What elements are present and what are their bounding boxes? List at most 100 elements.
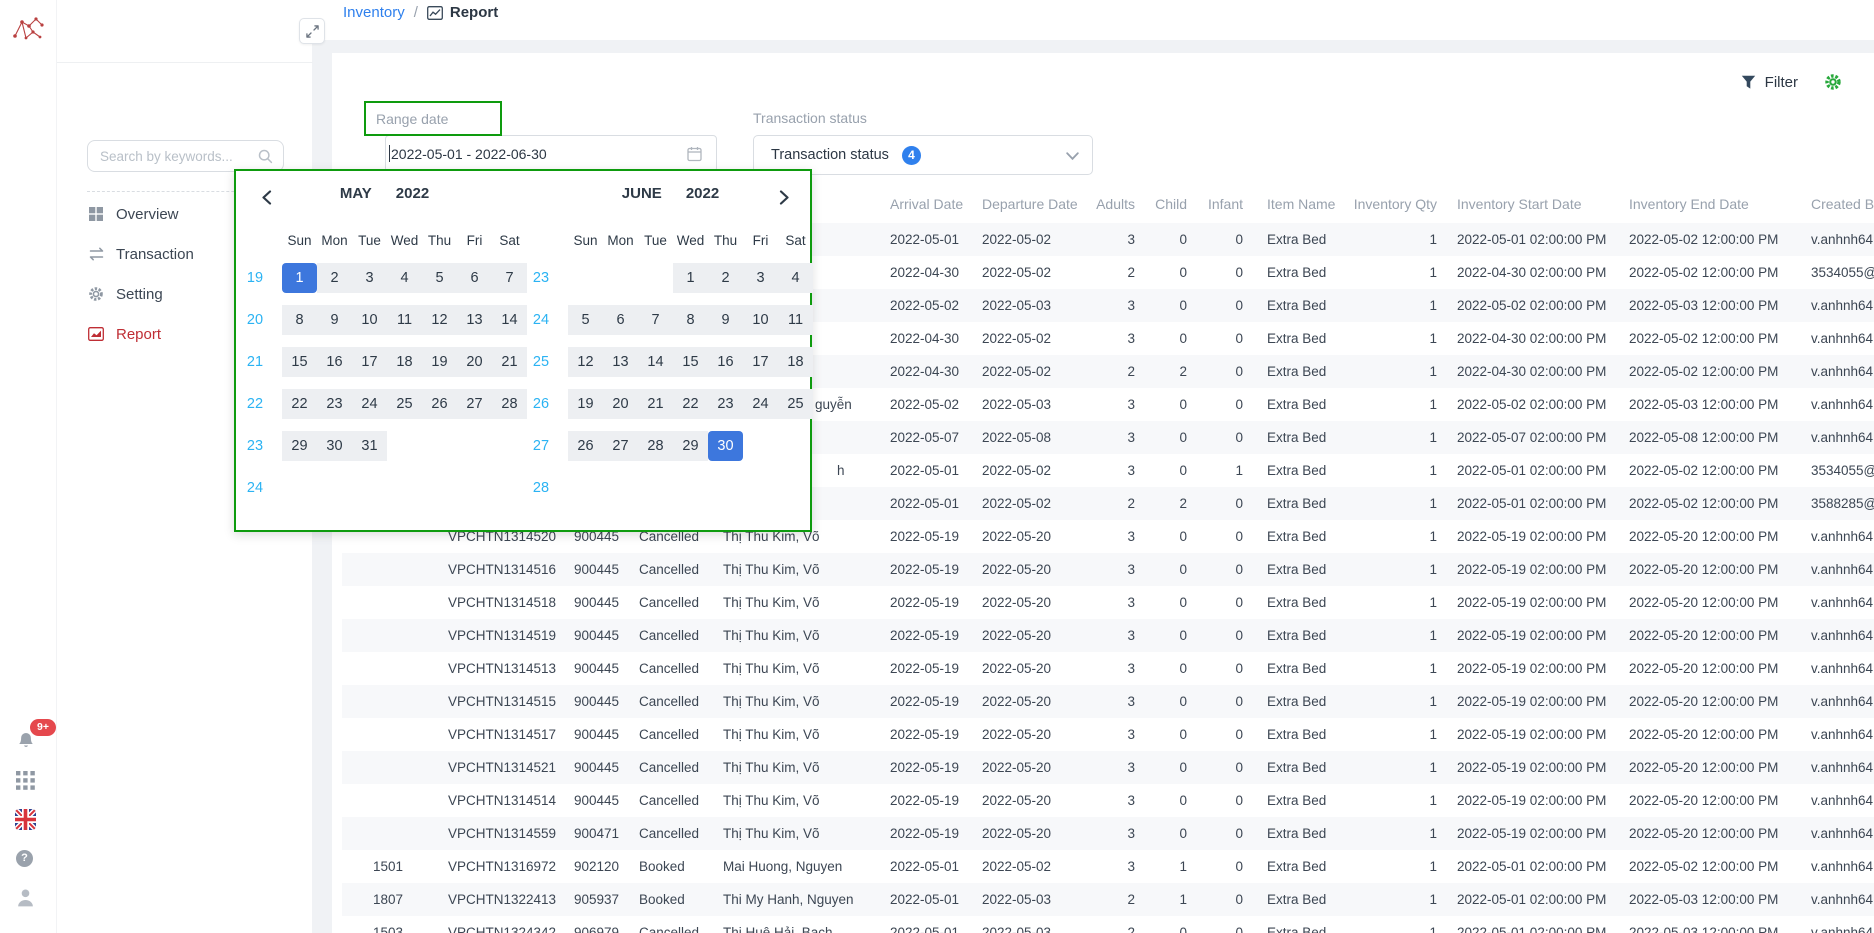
day-cell[interactable]: 27: [457, 389, 492, 419]
table-row[interactable]: 1807VPCHTN1322413905937BookedThi My Hanh…: [342, 883, 1874, 916]
day-cell[interactable]: 23: [708, 389, 743, 419]
day-cell[interactable]: 30: [317, 431, 352, 461]
calendar-month-name[interactable]: MAY: [340, 185, 372, 202]
table-row[interactable]: VPCHTN1314514900445CancelledThị Thu Kim,…: [342, 784, 1874, 817]
apps-grid-icon[interactable]: [16, 771, 35, 790]
range-date-input[interactable]: 2022-05-01 - 2022-06-30: [385, 135, 717, 172]
day-cell[interactable]: 3: [352, 263, 387, 293]
day-cell[interactable]: 20: [603, 389, 638, 419]
day-cell[interactable]: 14: [638, 347, 673, 377]
user-icon[interactable]: [16, 887, 35, 908]
day-cell[interactable]: 22: [673, 389, 708, 419]
day-cell[interactable]: 29: [282, 431, 317, 461]
table-cell: 2022-05-01 02:00:00 PM: [1446, 883, 1620, 916]
day-cell[interactable]: 31: [352, 431, 387, 461]
help-icon[interactable]: ?: [16, 850, 33, 867]
day-cell[interactable]: 25: [778, 389, 813, 419]
day-cell[interactable]: 1: [282, 263, 317, 293]
table-cell: 3: [1086, 817, 1138, 850]
day-cell[interactable]: 12: [568, 347, 603, 377]
day-cell[interactable]: 10: [743, 305, 778, 335]
calendar-year[interactable]: 2022: [396, 185, 429, 202]
day-cell[interactable]: 11: [387, 305, 422, 335]
day-cell[interactable]: 26: [422, 389, 457, 419]
day-cell[interactable]: 7: [638, 305, 673, 335]
table-cell: 1: [1340, 388, 1446, 421]
week-number: 23: [528, 257, 554, 299]
day-cell[interactable]: 18: [778, 347, 813, 377]
day-cell[interactable]: 5: [422, 263, 457, 293]
day-cell[interactable]: 13: [457, 305, 492, 335]
day-cell[interactable]: 22: [282, 389, 317, 419]
table-cell: 2022-05-07 02:00:00 PM: [1446, 421, 1620, 454]
day-cell[interactable]: 6: [603, 305, 638, 335]
day-cell[interactable]: 17: [743, 347, 778, 377]
day-cell[interactable]: 2: [317, 263, 352, 293]
day-cell[interactable]: 5: [568, 305, 603, 335]
table-row[interactable]: VPCHTN1314518900445CancelledThị Thu Kim,…: [342, 586, 1874, 619]
day-cell[interactable]: 27: [603, 431, 638, 461]
calendar-year[interactable]: 2022: [686, 185, 719, 202]
table-row[interactable]: VPCHTN1314517900445CancelledThị Thu Kim,…: [342, 718, 1874, 751]
week-number: 22: [242, 383, 268, 425]
day-cell[interactable]: 25: [387, 389, 422, 419]
day-cell[interactable]: 9: [317, 305, 352, 335]
calendar-month-name[interactable]: JUNE: [622, 185, 662, 202]
table-cell: 2022-05-07: [880, 421, 972, 454]
day-cell[interactable]: 12: [422, 305, 457, 335]
table-row[interactable]: VPCHTN1314559900471CancelledThị Thu Kim,…: [342, 817, 1874, 850]
sidebar-collapse-button[interactable]: [299, 18, 325, 44]
day-cell[interactable]: 21: [492, 347, 527, 377]
day-cell[interactable]: 28: [492, 389, 527, 419]
table-row[interactable]: VPCHTN1314515900445CancelledThị Thu Kim,…: [342, 685, 1874, 718]
day-cell[interactable]: 15: [673, 347, 708, 377]
day-cell[interactable]: 1: [673, 263, 708, 293]
day-cell[interactable]: 21: [638, 389, 673, 419]
settings-gear-icon[interactable]: [1824, 73, 1842, 91]
day-cell[interactable]: 30: [708, 431, 743, 461]
day-cell[interactable]: 16: [708, 347, 743, 377]
day-cell[interactable]: 24: [743, 389, 778, 419]
table-row[interactable]: 1503VPCHTN1324342906979CancelledThị Huệ …: [342, 916, 1874, 933]
table-row[interactable]: VPCHTN1314516900445CancelledThị Thu Kim,…: [342, 553, 1874, 586]
table-row[interactable]: VPCHTN1314513900445CancelledThị Thu Kim,…: [342, 652, 1874, 685]
day-cell[interactable]: 4: [778, 263, 813, 293]
day-cell[interactable]: 9: [708, 305, 743, 335]
day-cell[interactable]: 7: [492, 263, 527, 293]
table-row[interactable]: VPCHTN1314519900445CancelledThị Thu Kim,…: [342, 619, 1874, 652]
day-cell[interactable]: 26: [568, 431, 603, 461]
day-cell[interactable]: 29: [673, 431, 708, 461]
day-cell[interactable]: 8: [282, 305, 317, 335]
day-cell[interactable]: 14: [492, 305, 527, 335]
day-cell[interactable]: 4: [387, 263, 422, 293]
day-cell[interactable]: 13: [603, 347, 638, 377]
table-cell: 2022-05-19 02:00:00 PM: [1446, 619, 1620, 652]
day-cell[interactable]: 11: [778, 305, 813, 335]
day-cell[interactable]: 10: [352, 305, 387, 335]
day-cell[interactable]: 16: [317, 347, 352, 377]
day-cell[interactable]: 19: [568, 389, 603, 419]
day-cell[interactable]: 8: [673, 305, 708, 335]
week-number: 20: [242, 299, 268, 341]
day-cell[interactable]: 17: [352, 347, 387, 377]
table-row[interactable]: 1501VPCHTN1316972902120BookedMai Huong, …: [342, 850, 1874, 883]
filter-button[interactable]: Filter: [1741, 73, 1842, 91]
day-cell[interactable]: 2: [708, 263, 743, 293]
day-cell[interactable]: 24: [352, 389, 387, 419]
day-cell[interactable]: 18: [387, 347, 422, 377]
day-cell[interactable]: 28: [638, 431, 673, 461]
week-number: 23: [242, 425, 268, 467]
uk-flag-icon[interactable]: [15, 809, 36, 830]
app-logo-icon[interactable]: [11, 15, 45, 43]
day-cell[interactable]: 19: [422, 347, 457, 377]
day-cell[interactable]: 23: [317, 389, 352, 419]
table-cell: 2022-05-02: [880, 388, 972, 421]
day-cell[interactable]: 3: [743, 263, 778, 293]
table-row[interactable]: VPCHTN1314521900445CancelledThị Thu Kim,…: [342, 751, 1874, 784]
search-input[interactable]: [88, 141, 283, 171]
day-cell[interactable]: 15: [282, 347, 317, 377]
sidebar-search[interactable]: [87, 140, 284, 172]
day-cell[interactable]: 6: [457, 263, 492, 293]
breadcrumb-inventory-link[interactable]: Inventory: [343, 4, 405, 21]
day-cell[interactable]: 20: [457, 347, 492, 377]
